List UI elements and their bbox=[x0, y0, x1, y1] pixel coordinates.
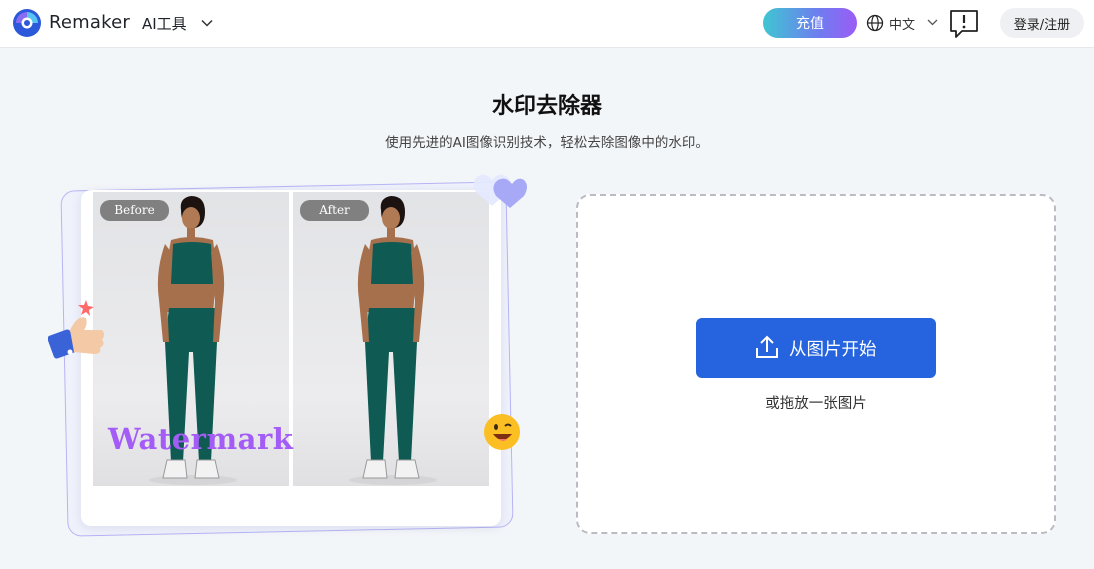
brand-name[interactable]: Remaker bbox=[49, 12, 130, 33]
language-label: 中文 bbox=[889, 18, 916, 33]
feedback-icon[interactable] bbox=[948, 8, 980, 40]
model-figure bbox=[349, 196, 437, 485]
recharge-button[interactable]: 充值 bbox=[763, 8, 857, 38]
upload-dropzone[interactable]: 从图片开始 或拖放一张图片 bbox=[576, 194, 1056, 534]
upload-icon bbox=[756, 335, 778, 358]
heart-icon bbox=[473, 174, 527, 208]
watermark-text: Watermark bbox=[108, 422, 294, 456]
before-after-demo: Before After Watermark bbox=[48, 168, 538, 540]
globe-icon bbox=[866, 14, 884, 32]
page-subtitle: 使用先进的AI图像识别技术，轻松去除图像中的水印。 bbox=[385, 135, 709, 151]
ai-tools-label: AI工具 bbox=[142, 15, 187, 33]
smiley-icon bbox=[484, 414, 520, 450]
chevron-down-icon bbox=[201, 19, 213, 27]
before-tag: Before bbox=[100, 200, 169, 221]
drop-hint: 或拖放一张图片 bbox=[765, 396, 867, 412]
top-navbar: Remaker AI工具 充值 中文 登录/注册 bbox=[0, 0, 1094, 48]
thumbs-up-icon bbox=[48, 300, 104, 359]
remaker-logo-icon[interactable] bbox=[12, 8, 42, 38]
chevron-down-icon bbox=[927, 19, 938, 26]
after-tag: After bbox=[300, 200, 369, 221]
upload-button-label: 从图片开始 bbox=[789, 340, 877, 360]
start-from-image-button[interactable]: 从图片开始 bbox=[696, 318, 936, 378]
ai-tools-menu[interactable]: AI工具 bbox=[142, 13, 213, 34]
login-register-button[interactable]: 登录/注册 bbox=[1000, 8, 1084, 38]
page-title: 水印去除器 bbox=[491, 94, 602, 119]
after-image: After bbox=[293, 192, 489, 486]
